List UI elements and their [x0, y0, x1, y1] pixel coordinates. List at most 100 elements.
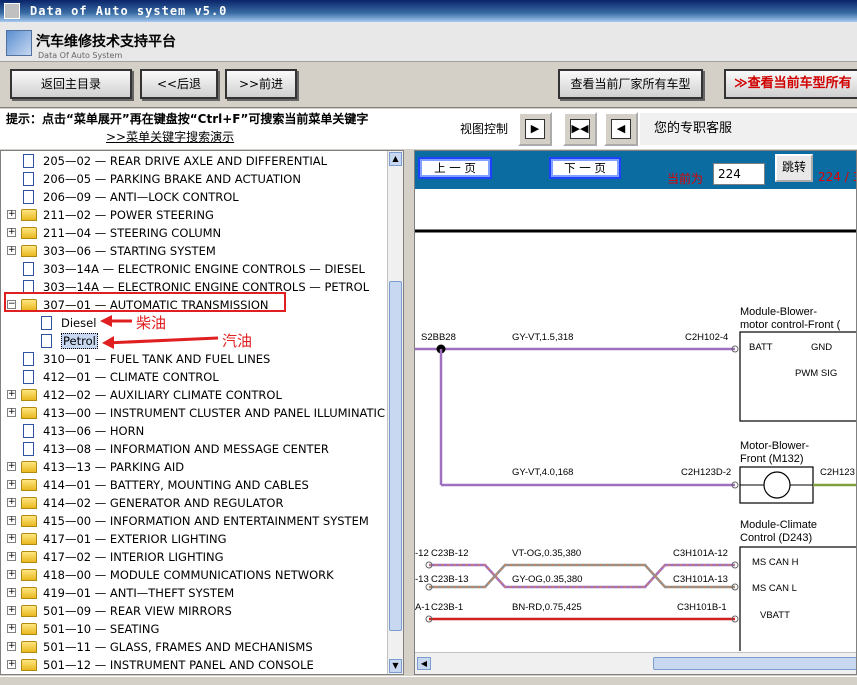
tree-item-label: 501—12 — INSTRUMENT PANEL AND CONSOLE — [43, 658, 314, 672]
module1-title: Module-Blower- — [740, 306, 817, 318]
document-icon — [23, 442, 34, 456]
expand-plus-icon[interactable]: + — [7, 408, 16, 417]
tree-item[interactable]: +414—01 — BATTERY, MOUNTING AND CABLES — [1, 476, 389, 494]
tree-item[interactable]: +417—01 — EXTERIOR LIGHTING — [1, 530, 389, 548]
petrol-arrow — [105, 336, 219, 345]
expand-plus-icon[interactable]: + — [7, 516, 16, 525]
diesel-annotation: 柴油 — [136, 314, 167, 332]
tree-item-label: 413—00 — INSTRUMENT CLUSTER AND PANEL IL… — [43, 406, 385, 420]
tree-item[interactable]: +501—12 — INSTRUMENT PANEL AND CONSOLE — [1, 656, 389, 674]
goto-page-button[interactable]: 跳转 — [775, 154, 813, 182]
customer-service-panel[interactable]: 您的专职客服 — [640, 113, 857, 145]
viewer-hscrollbar[interactable]: ◀ — [415, 652, 856, 674]
folder-icon — [21, 407, 37, 419]
view-expand-left-button[interactable]: ◀ — [604, 112, 638, 146]
annotation-arrows — [100, 315, 219, 349]
tree-item[interactable]: +418—00 — MODULE COMMUNICATIONS NETWORK — [1, 566, 389, 584]
conn2-label: C2H123D-2 — [681, 467, 731, 478]
expand-plus-icon[interactable]: + — [7, 624, 16, 633]
page-total: 224 / 3 — [818, 170, 857, 184]
left1b-label: C23B-12 — [431, 548, 469, 559]
module1-pin-gnd: GND — [811, 342, 832, 353]
wire3-label: VT-OG,0.35,380 — [512, 548, 581, 559]
tree-item-label: 414—02 — GENERATOR AND REGULATOR — [43, 496, 284, 510]
left2-label: -13 — [415, 574, 429, 585]
expand-plus-icon[interactable]: + — [7, 606, 16, 615]
module2-pin-canh: MS CAN H — [752, 557, 799, 568]
pane-splitter[interactable] — [404, 150, 414, 675]
tree-item-label: 412—02 — AUXILIARY CLIMATE CONTROL — [43, 388, 282, 402]
module1-pin-pwm: PWM SIG — [795, 368, 837, 379]
petrol-annotation: 汽油 — [222, 332, 253, 350]
tree-item[interactable]: +413—13 — PARKING AID — [1, 458, 389, 476]
tree-item-label: 413—13 — PARKING AID — [43, 460, 185, 474]
folder-icon — [21, 479, 37, 491]
petrol-arrowhead — [102, 336, 114, 349]
tree-item-label: 419—01 — ANTI—THEFT SYSTEM — [43, 586, 235, 600]
expand-plus-icon[interactable]: + — [7, 480, 16, 489]
left1-label: -12 — [415, 548, 429, 559]
tree-item[interactable]: 412—01 — CLIMATE CONTROL — [1, 368, 389, 386]
tree-item-label: 414—01 — BATTERY, MOUNTING AND CABLES — [43, 478, 309, 492]
folder-icon — [21, 623, 37, 635]
tree-item[interactable]: +501—11 — GLASS, FRAMES AND MECHANISMS — [1, 638, 389, 656]
motor-title: Motor-Blower- — [740, 440, 809, 452]
conn5-label: C3H101B-1 — [677, 602, 727, 613]
tree-item[interactable]: 413—08 — INFORMATION AND MESSAGE CENTER — [1, 440, 389, 458]
folder-icon — [21, 461, 37, 473]
diesel-arrowhead — [100, 315, 112, 327]
module2-title2: Control (D243) — [740, 532, 812, 544]
expand-plus-icon[interactable]: + — [7, 390, 16, 399]
tree-item-label: 413—06 — HORN — [43, 424, 145, 438]
page-number-input[interactable] — [713, 163, 765, 185]
expand-plus-icon[interactable]: + — [7, 660, 16, 669]
expand-plus-icon[interactable]: + — [7, 552, 16, 561]
tree-item-label: 417—02 — INTERIOR LIGHTING — [43, 550, 224, 564]
view-control-label: 视图控制 — [460, 122, 509, 136]
tree-item[interactable]: +413—00 — INSTRUMENT CLUSTER AND PANEL I… — [1, 404, 389, 422]
folder-icon — [21, 605, 37, 617]
conn1-label: C2H102-4 — [685, 332, 728, 343]
folder-icon — [21, 569, 37, 581]
tree-item-label: 501—09 — REAR VIEW MIRRORS — [43, 604, 232, 618]
arrow-right-icon: ▶ — [525, 119, 545, 139]
module1-title2: motor control-Front ( — [740, 319, 841, 331]
prev-page-button[interactable]: 上 一 页 — [418, 157, 492, 179]
folder-icon — [21, 551, 37, 563]
expand-plus-icon[interactable]: + — [7, 642, 16, 651]
expand-plus-icon[interactable]: + — [7, 462, 16, 471]
expand-plus-icon[interactable]: + — [7, 588, 16, 597]
tree-item[interactable]: +419—01 — ANTI—THEFT SYSTEM — [1, 584, 389, 602]
scroll-down-icon[interactable]: ▼ — [389, 659, 402, 673]
folder-icon — [21, 587, 37, 599]
tree-item[interactable]: +501—10 — SEATING — [1, 620, 389, 638]
conn2b-label: C2H123 — [820, 467, 855, 478]
hscroll-thumb[interactable] — [653, 657, 856, 670]
tree-item-label: 413—08 — INFORMATION AND MESSAGE CENTER — [43, 442, 329, 456]
tree-item[interactable]: +415—00 — INFORMATION AND ENTERTAINMENT … — [1, 512, 389, 530]
expand-plus-icon[interactable]: + — [7, 534, 16, 543]
view-split-button[interactable]: ▶◀ — [563, 112, 597, 146]
tree-item[interactable]: +501—09 — REAR VIEW MIRRORS — [1, 602, 389, 620]
current-model-button[interactable]: ≫查看当前车型所有 — [724, 69, 857, 99]
tree-item[interactable]: +417—02 — INTERIOR LIGHTING — [1, 548, 389, 566]
tree-item[interactable]: +414—02 — GENERATOR AND REGULATOR — [1, 494, 389, 512]
expand-plus-icon[interactable]: + — [7, 498, 16, 507]
module2-title: Module-Climate — [740, 519, 817, 531]
folder-icon — [21, 515, 37, 527]
left2b-label: C23B-13 — [431, 574, 469, 585]
tree-item-label: 417—01 — EXTERIOR LIGHTING — [43, 532, 227, 546]
conn3-label: C3H101A-12 — [673, 548, 728, 559]
next-page-button[interactable]: 下 一 页 — [549, 157, 621, 179]
expand-plus-icon[interactable]: + — [7, 570, 16, 579]
folder-icon — [21, 659, 37, 671]
tree-item[interactable]: +412—02 — AUXILIARY CLIMATE CONTROL — [1, 386, 389, 404]
tree-item-label: 501—10 — SEATING — [43, 622, 160, 636]
scroll-left-icon[interactable]: ◀ — [417, 657, 431, 670]
module1-pin-batt: BATT — [749, 342, 773, 353]
view-expand-right-button[interactable]: ▶ — [518, 112, 552, 146]
tree-item[interactable]: 413—06 — HORN — [1, 422, 389, 440]
tree-item-label: 415—00 — INFORMATION AND ENTERTAINMENT S… — [43, 514, 369, 528]
tree-item-label: 412—01 — CLIMATE CONTROL — [43, 370, 219, 384]
all-models-button[interactable]: 查看当前厂家所有车型 — [558, 69, 703, 99]
